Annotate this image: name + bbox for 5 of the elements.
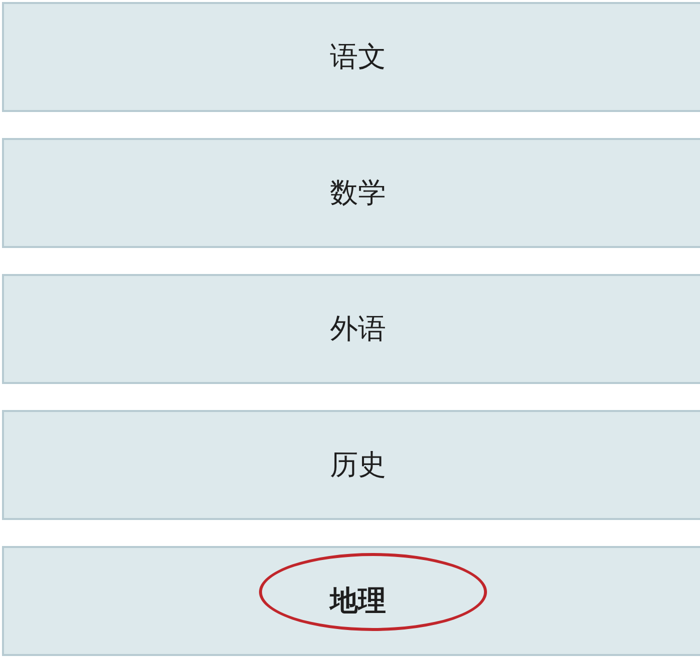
subject-button[interactable]: 地理 <box>2 546 700 656</box>
subject-button[interactable]: 语文 <box>2 2 700 112</box>
subject-button[interactable]: 外语 <box>2 274 700 384</box>
subject-button[interactable]: 数学 <box>2 138 700 248</box>
subject-button[interactable]: 历史 <box>2 410 700 520</box>
